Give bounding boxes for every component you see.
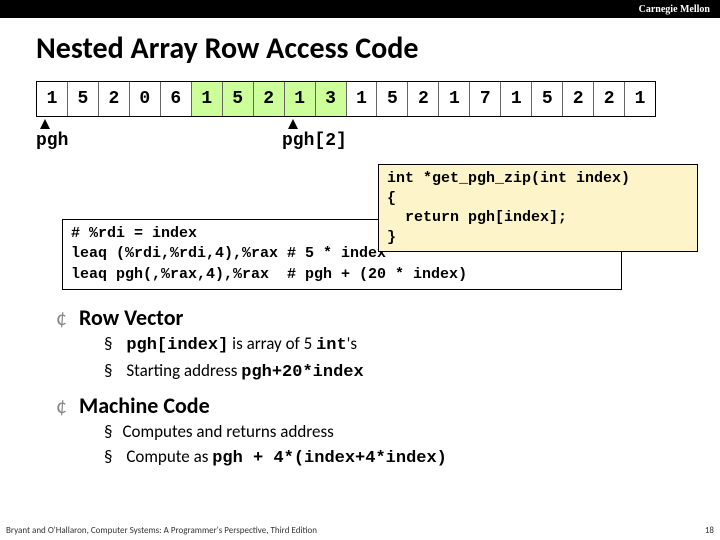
array-cell: 2 xyxy=(594,82,625,116)
footer: Bryant and O'Hallaron, Computer Systems:… xyxy=(6,525,714,536)
array-cell: 2 xyxy=(563,82,594,116)
array-diagram: 15206152131521715221 xyxy=(36,81,656,117)
array-cell: 5 xyxy=(68,82,99,116)
array-cell: 5 xyxy=(532,82,563,116)
page-title: Nested Array Row Access Code xyxy=(36,30,720,67)
array-cell: 1 xyxy=(285,82,316,116)
bullet-item: Computes and returns address xyxy=(104,419,720,445)
array-cell: 1 xyxy=(192,82,223,116)
pointer-label-pgh: pgh xyxy=(36,131,68,151)
bullet-item: Starting address pgh+20*index xyxy=(104,358,720,386)
brand-label: Carnegie Mellon xyxy=(639,4,710,15)
code-inline: int xyxy=(316,336,347,355)
array-cell: 2 xyxy=(408,82,439,116)
array-cell: 2 xyxy=(254,82,285,116)
code-inline: pgh[index] xyxy=(126,336,228,355)
bullet-item: pgh[index] is array of 5 int's xyxy=(104,331,720,359)
array-cell: 5 xyxy=(377,82,408,116)
array-cell: 7 xyxy=(470,82,501,116)
page-number: 18 xyxy=(705,525,714,536)
code-inline: pgh + 4*(index+4*index) xyxy=(212,449,447,468)
array-cell: 1 xyxy=(347,82,378,116)
array-cell: 1 xyxy=(501,82,532,116)
pointer-label-pgh2: pgh[2] xyxy=(282,131,347,151)
array-cell: 6 xyxy=(161,82,192,116)
bullet-list: Row Vector pgh[index] is array of 5 int'… xyxy=(56,304,720,472)
array-cell: 5 xyxy=(223,82,254,116)
arrow-up-icon xyxy=(40,119,50,129)
array-cell: 0 xyxy=(130,82,161,116)
array-cell: 1 xyxy=(37,82,68,116)
code-inline: pgh+20*index xyxy=(241,363,363,382)
footer-credit: Bryant and O'Hallaron, Computer Systems:… xyxy=(6,525,317,536)
array-cell: 2 xyxy=(99,82,130,116)
array-cell: 1 xyxy=(439,82,470,116)
array-cell: 3 xyxy=(316,82,347,116)
array-cell: 1 xyxy=(625,82,655,116)
section-heading: Row Vector xyxy=(56,304,720,331)
brand-bar: Carnegie Mellon xyxy=(0,0,720,18)
pointer-row: pgh pgh[2] xyxy=(36,117,720,157)
section-heading: Machine Code xyxy=(56,392,720,419)
code-block-c: int *get_pgh_zip(int index) { return pgh… xyxy=(378,164,698,252)
arrow-up-icon xyxy=(288,119,298,129)
bullet-item: Compute as pgh + 4*(index+4*index) xyxy=(104,444,720,472)
